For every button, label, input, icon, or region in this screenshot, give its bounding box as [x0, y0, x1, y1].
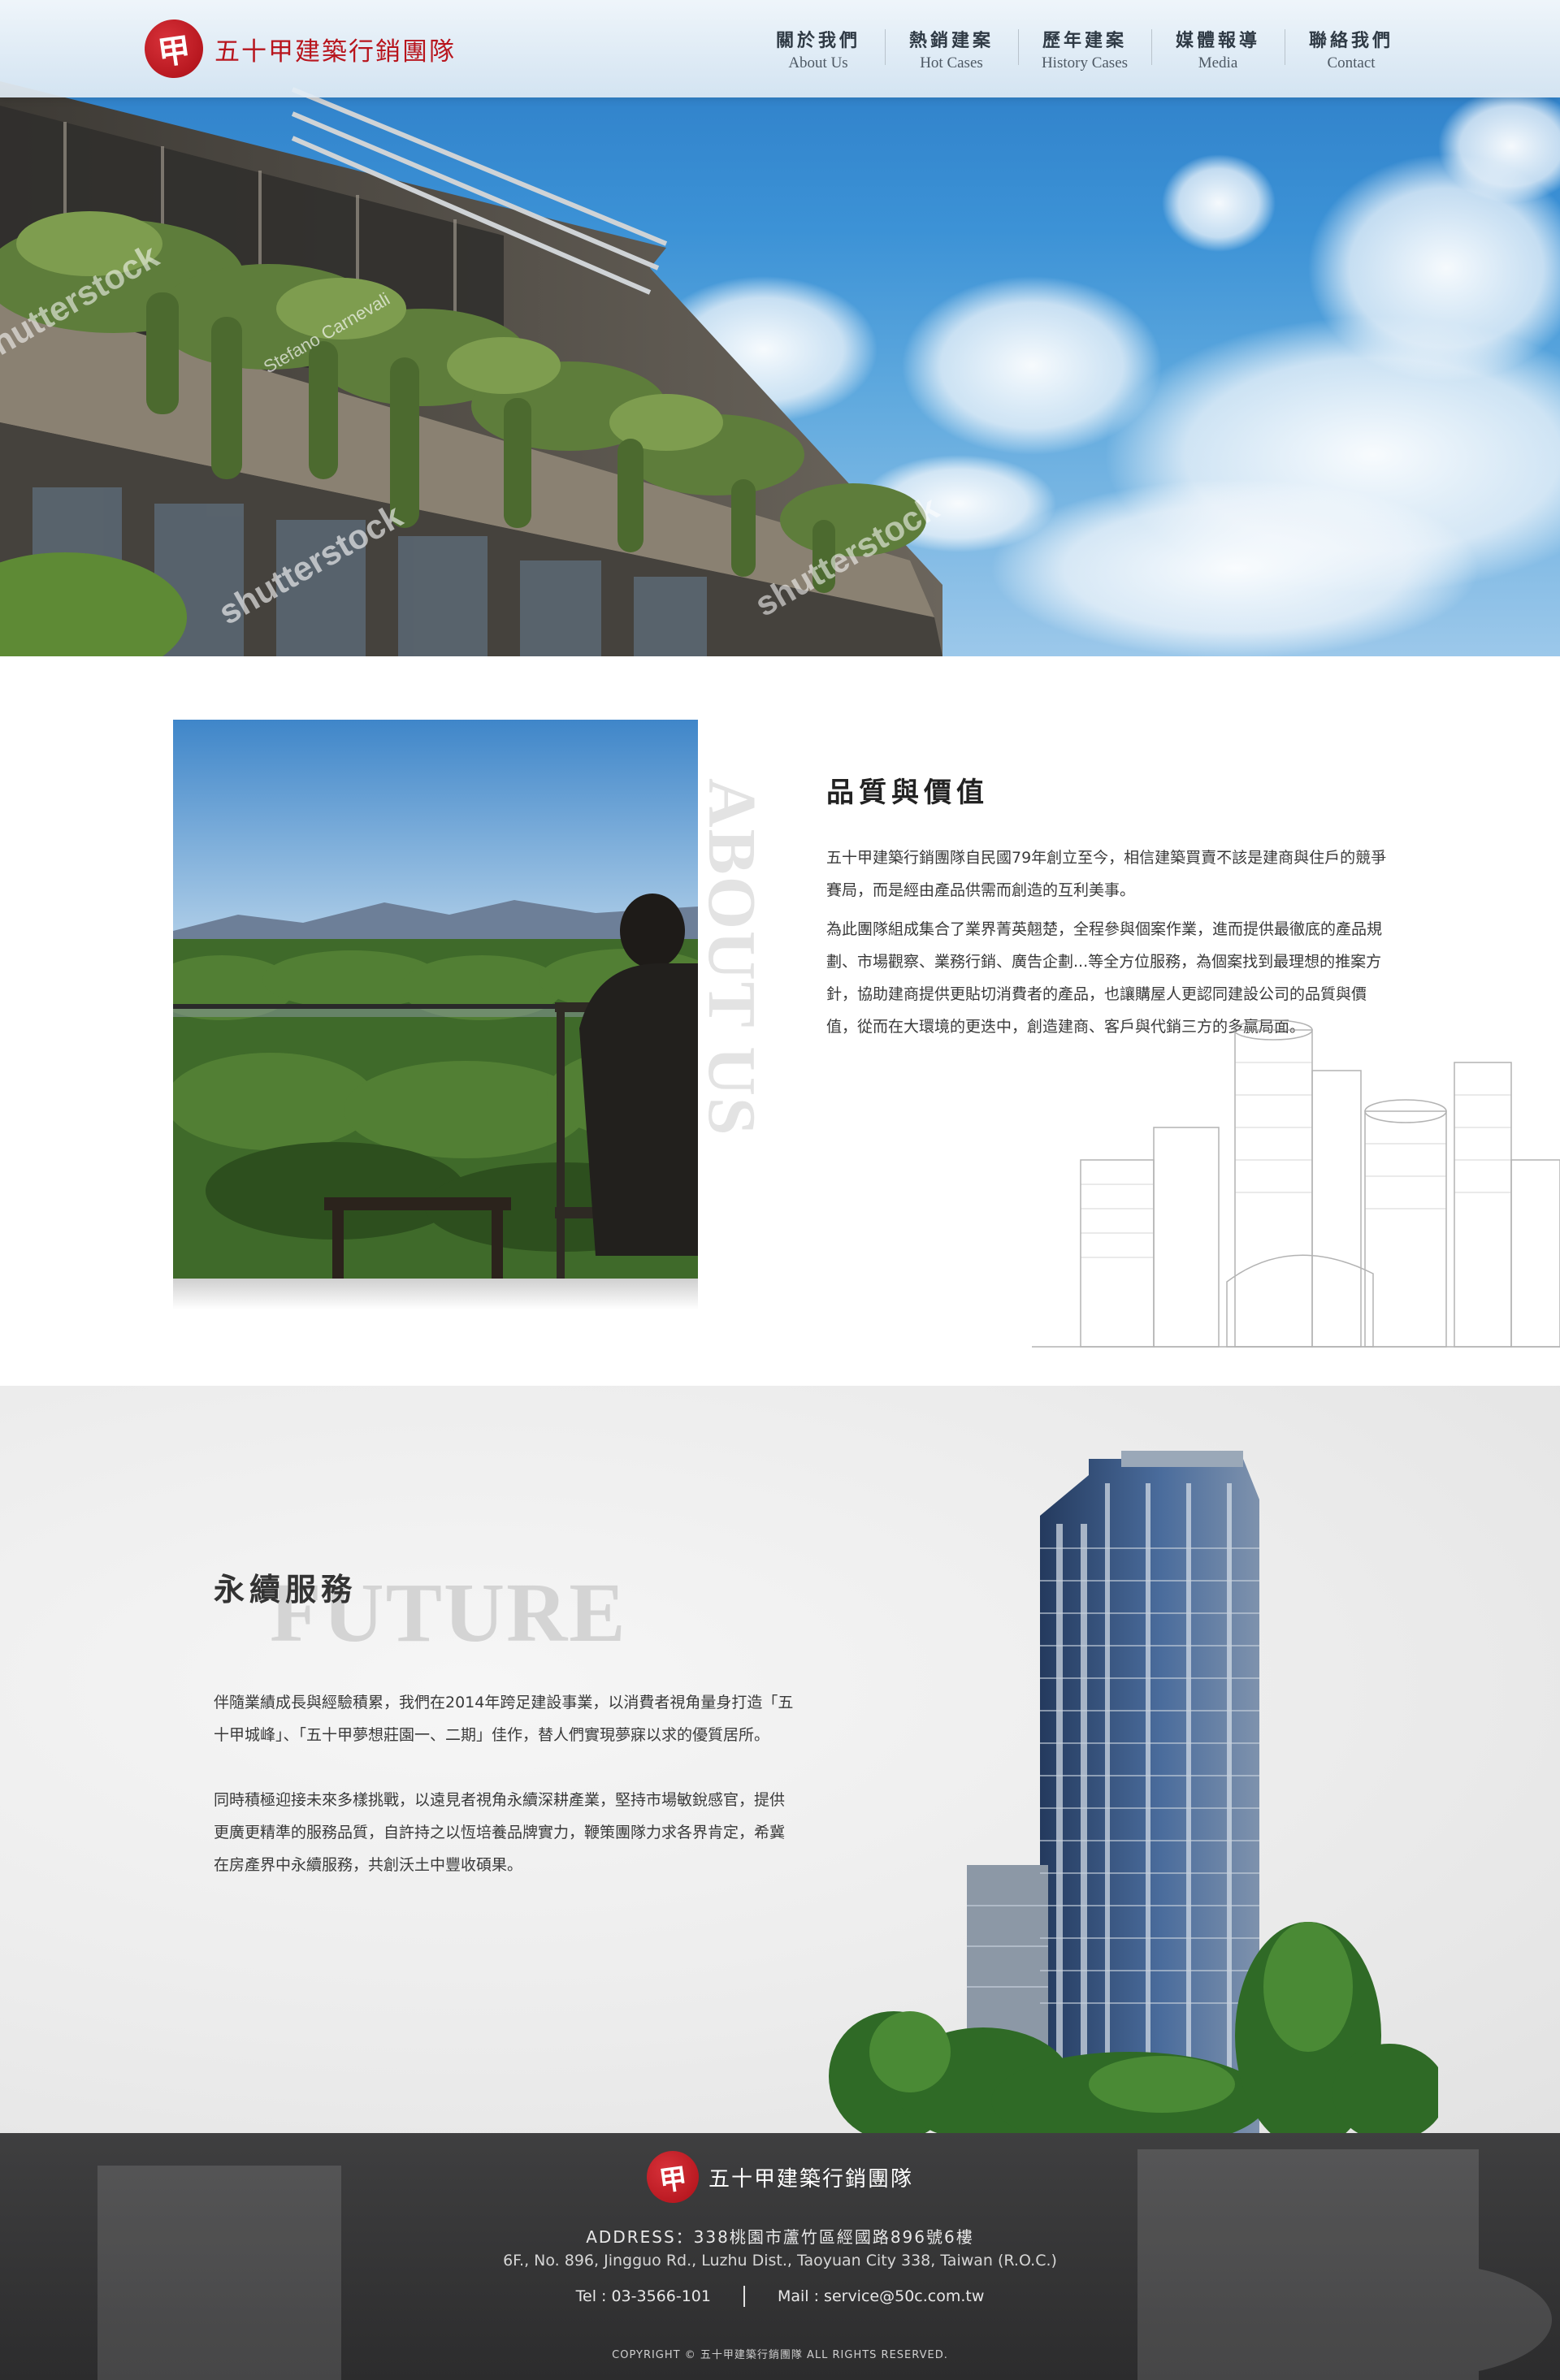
future-title: 永續服務	[214, 1571, 358, 1608]
future-section: FUTURE 永續服務 伴隨業績成長與經驗積累，我們在2014年跨足建設事業，以…	[0, 1386, 1560, 2133]
footer-brand-name: 五十甲建築行銷團隊	[708, 2166, 913, 2192]
nav-item-hot-cases[interactable]: 熱銷建案 Hot Cases	[885, 24, 1018, 71]
about-photo	[173, 720, 698, 1309]
nav-label-en: History Cases	[1041, 54, 1129, 71]
future-body: 伴隨業績成長與經驗積累，我們在2014年跨足建設事業，以消費者視角量身打造「五十…	[214, 1686, 799, 1881]
about-title: 品質與價值	[826, 777, 989, 809]
nav-label-en: Contact	[1327, 54, 1376, 71]
hero-image: shutterstock shutterstock shutterstock S…	[0, 81, 1560, 656]
address-label: ADDRESS：	[586, 2227, 694, 2247]
site-logo[interactable]: 甲 五十甲建築行銷團隊	[141, 15, 456, 82]
city-sketch-illustration	[1032, 1019, 1560, 1348]
footer-address-zh: ADDRESS：338桃園市蘆竹區經國路896號6樓	[0, 2224, 1560, 2248]
site-header: 甲 五十甲建築行銷團隊 關於我們 About Us 熱銷建案 Hot Cases…	[0, 0, 1560, 97]
future-paragraph: 同時積極迎接未來多樣挑戰，以遠見者視角永續深耕產業，堅持市場敏銳感官，提供更廣更…	[214, 1791, 786, 1874]
nav-label-en: Media	[1198, 54, 1238, 71]
nav-label-zh: 歷年建案	[1042, 30, 1127, 51]
footer-seal-icon: 甲	[643, 2147, 703, 2207]
nav-label-en: Hot Cases	[920, 54, 983, 71]
tower-image	[829, 1451, 1438, 2133]
footer-address-en: 6F., No. 896, Jingguo Rd., Luzhu Dist., …	[503, 2252, 1057, 2270]
logo-text: 五十甲建築行銷團隊	[214, 37, 456, 67]
nav-label-zh: 媒體報導	[1175, 30, 1260, 51]
nav-item-media[interactable]: 媒體報導 Media	[1151, 24, 1285, 71]
contact-divider	[743, 2286, 745, 2307]
about-vertical-word: ABOUT US	[694, 778, 769, 1137]
main-nav: 關於我們 About Us 熱銷建案 Hot Cases 歷年建案 Histor…	[752, 24, 1418, 71]
address-zh-value: 338桃園市蘆竹區經國路896號6樓	[693, 2227, 974, 2247]
nav-item-history-cases[interactable]: 歷年建案 History Cases	[1018, 24, 1151, 71]
footer-contact: Tel : 03-3566-101 Mail : service@50c.com…	[0, 2286, 1560, 2307]
logo-seal-icon: 甲	[141, 15, 207, 82]
future-paragraph: 伴隨業績成長與經驗積累，我們在2014年跨足建設事業，以消費者視角量身打造「五十…	[214, 1694, 794, 1744]
site-footer: 甲 五十甲建築行銷團隊 ADDRESS：338桃園市蘆竹區經國路896號6樓 6…	[0, 2133, 1560, 2380]
nav-label-zh: 熱銷建案	[908, 30, 994, 51]
about-body: 五十甲建築行銷團隊自民國79年創立至今，相信建築買賣不該是建商與住戶的競爭賽局，…	[826, 842, 1395, 1043]
nav-label-en: About Us	[788, 54, 848, 71]
about-section: ABOUT US 品質與價值 五十甲建築行銷團隊自民國79年創立至今，相信建築買…	[0, 656, 1560, 1386]
nav-label-zh: 關於我們	[775, 30, 860, 51]
footer-logo[interactable]: 甲 五十甲建築行銷團隊	[0, 2147, 1560, 2207]
footer-copyright: COPYRIGHT © 五十甲建築行銷團隊 ALL RIGHTS RESERVE…	[612, 2349, 948, 2361]
about-paragraph: 五十甲建築行銷團隊自民國79年創立至今，相信建築買賣不該是建商與住戶的競爭賽局，…	[826, 849, 1387, 899]
footer-tel[interactable]: Tel : 03-3566-101	[576, 2287, 711, 2305]
nav-item-contact[interactable]: 聯絡我們 Contact	[1285, 24, 1418, 71]
hero-banner: shutterstock shutterstock shutterstock S…	[0, 0, 1560, 656]
footer-mail[interactable]: Mail : service@50c.com.tw	[778, 2287, 984, 2305]
nav-item-about[interactable]: 關於我們 About Us	[752, 24, 885, 71]
nav-label-zh: 聯絡我們	[1308, 30, 1393, 51]
